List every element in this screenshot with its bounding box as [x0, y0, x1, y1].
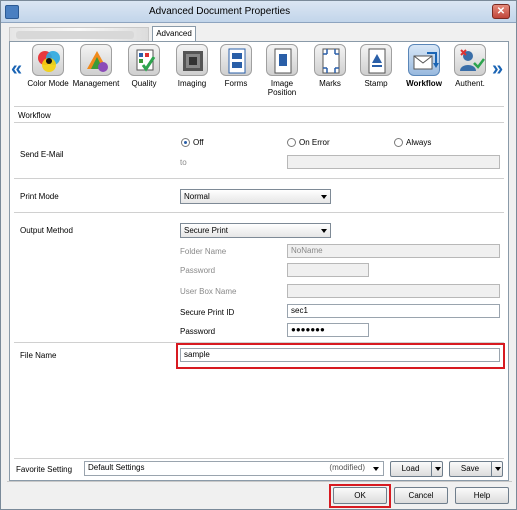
- imaging-icon: [176, 44, 208, 76]
- ftab-image-position[interactable]: Image Position: [258, 44, 306, 102]
- chevron-down-icon: [321, 229, 327, 233]
- ftab-label: Forms: [224, 79, 248, 88]
- divider: [14, 178, 504, 179]
- cancel-button[interactable]: Cancel: [394, 487, 448, 504]
- load-button[interactable]: Load: [390, 461, 443, 477]
- marks-icon: [314, 44, 346, 76]
- ftab-label: Management: [72, 79, 120, 88]
- secure-password-field[interactable]: ●●●●●●●: [287, 323, 369, 337]
- send-email-always-label: Always: [406, 138, 432, 147]
- secure-password-label: Password: [180, 327, 216, 336]
- management-icon: [80, 44, 112, 76]
- secure-print-id-label: Secure Print ID: [180, 308, 235, 317]
- divider: [14, 458, 504, 459]
- send-email-off-radio[interactable]: [181, 138, 190, 147]
- function-ribbon: « Color Mode Management Quality Imaging …: [10, 42, 508, 104]
- favorite-modified-status: (modified): [329, 463, 365, 472]
- ftab-quality[interactable]: Quality: [120, 44, 168, 102]
- ftab-label: Image Position: [267, 79, 297, 97]
- email-to-field[interactable]: [287, 155, 500, 169]
- ftab-marks[interactable]: Marks: [306, 44, 354, 102]
- user-box-name-field[interactable]: [287, 284, 500, 298]
- ftab-management[interactable]: Management: [72, 44, 120, 102]
- divider: [7, 481, 512, 482]
- window-title: Advanced Document Properties: [149, 6, 291, 17]
- folder-password-field[interactable]: [287, 263, 369, 277]
- workflow-icon: [408, 44, 440, 76]
- forms-icon: [220, 44, 252, 76]
- file-name-label: File Name: [20, 351, 57, 360]
- output-method-value: Secure Print: [184, 226, 229, 235]
- print-mode-label: Print Mode: [20, 192, 59, 201]
- output-method-select[interactable]: Secure Print: [180, 223, 331, 238]
- send-email-on-error-radio[interactable]: [287, 138, 296, 147]
- chevron-down-icon: [321, 195, 327, 199]
- color-mode-icon: [32, 44, 64, 76]
- ftab-label: Imaging: [177, 79, 207, 88]
- load-menu-chevron-icon[interactable]: [431, 462, 442, 476]
- blurred-tab-label: [16, 31, 134, 39]
- printer-app-icon: [5, 5, 19, 19]
- secure-print-id-field[interactable]: sec1: [287, 304, 500, 318]
- ftab-label: Color Mode: [27, 79, 69, 88]
- quality-icon: [128, 44, 160, 76]
- load-button-label: Load: [401, 464, 420, 473]
- ftab-label: Authent.: [455, 79, 485, 88]
- tab-printer-name[interactable]: [9, 27, 149, 41]
- send-email-label: Send E-Mail: [20, 150, 64, 159]
- advanced-panel: « Color Mode Management Quality Imaging …: [9, 41, 509, 481]
- ftab-stamp[interactable]: Stamp: [352, 44, 400, 102]
- favorite-setting-value: Default Settings: [88, 463, 145, 472]
- chevron-down-icon: [373, 467, 379, 471]
- ftab-label: Quality: [131, 79, 157, 88]
- ribbon-scroll-left[interactable]: «: [11, 58, 22, 81]
- ftab-label: Marks: [319, 79, 341, 88]
- ftab-color-mode[interactable]: Color Mode: [24, 44, 72, 102]
- help-button[interactable]: Help: [455, 487, 509, 504]
- ftab-workflow[interactable]: Workflow: [400, 44, 448, 102]
- print-mode-select[interactable]: Normal: [180, 189, 331, 204]
- divider: [14, 212, 504, 213]
- divider: [14, 106, 504, 107]
- folder-password-label: Password: [180, 266, 216, 275]
- title-bar: Advanced Document Properties ✕: [1, 1, 516, 23]
- tab-advanced[interactable]: Advanced: [152, 26, 196, 41]
- advanced-document-properties-window: Advanced Document Properties ✕ Advanced …: [0, 0, 517, 510]
- ftab-label: Workflow: [406, 79, 442, 88]
- favorite-setting-select[interactable]: Default Settings (modified): [84, 461, 384, 476]
- divider: [14, 122, 504, 123]
- folder-name-field[interactable]: NoName: [287, 244, 500, 258]
- ftab-imaging[interactable]: Imaging: [168, 44, 216, 102]
- user-box-name-label: User Box Name: [180, 287, 237, 296]
- output-method-label: Output Method: [20, 226, 73, 235]
- send-email-always-radio[interactable]: [394, 138, 403, 147]
- file-name-field[interactable]: sample: [180, 348, 500, 362]
- print-mode-value: Normal: [184, 192, 210, 201]
- send-email-on-error-label: On Error: [299, 138, 330, 147]
- ok-button[interactable]: OK: [333, 487, 387, 504]
- section-title-workflow: Workflow: [18, 111, 51, 120]
- send-email-off-label: Off: [193, 138, 204, 147]
- image-position-icon: [266, 44, 298, 76]
- save-menu-chevron-icon[interactable]: [491, 462, 502, 476]
- save-button[interactable]: Save: [449, 461, 503, 477]
- favorite-setting-label: Favorite Setting: [16, 465, 73, 474]
- ftab-forms[interactable]: Forms: [212, 44, 260, 102]
- ftab-authentication[interactable]: Authent.: [446, 44, 494, 102]
- ftab-label: Stamp: [364, 79, 388, 88]
- ribbon-scroll-right[interactable]: »: [492, 58, 503, 81]
- authentication-icon: [454, 44, 486, 76]
- tab-strip: Advanced: [9, 26, 509, 41]
- save-button-label: Save: [460, 464, 480, 473]
- stamp-icon: [360, 44, 392, 76]
- folder-name-label: Folder Name: [180, 247, 227, 256]
- email-to-label: to: [180, 158, 187, 167]
- close-button[interactable]: ✕: [492, 4, 510, 19]
